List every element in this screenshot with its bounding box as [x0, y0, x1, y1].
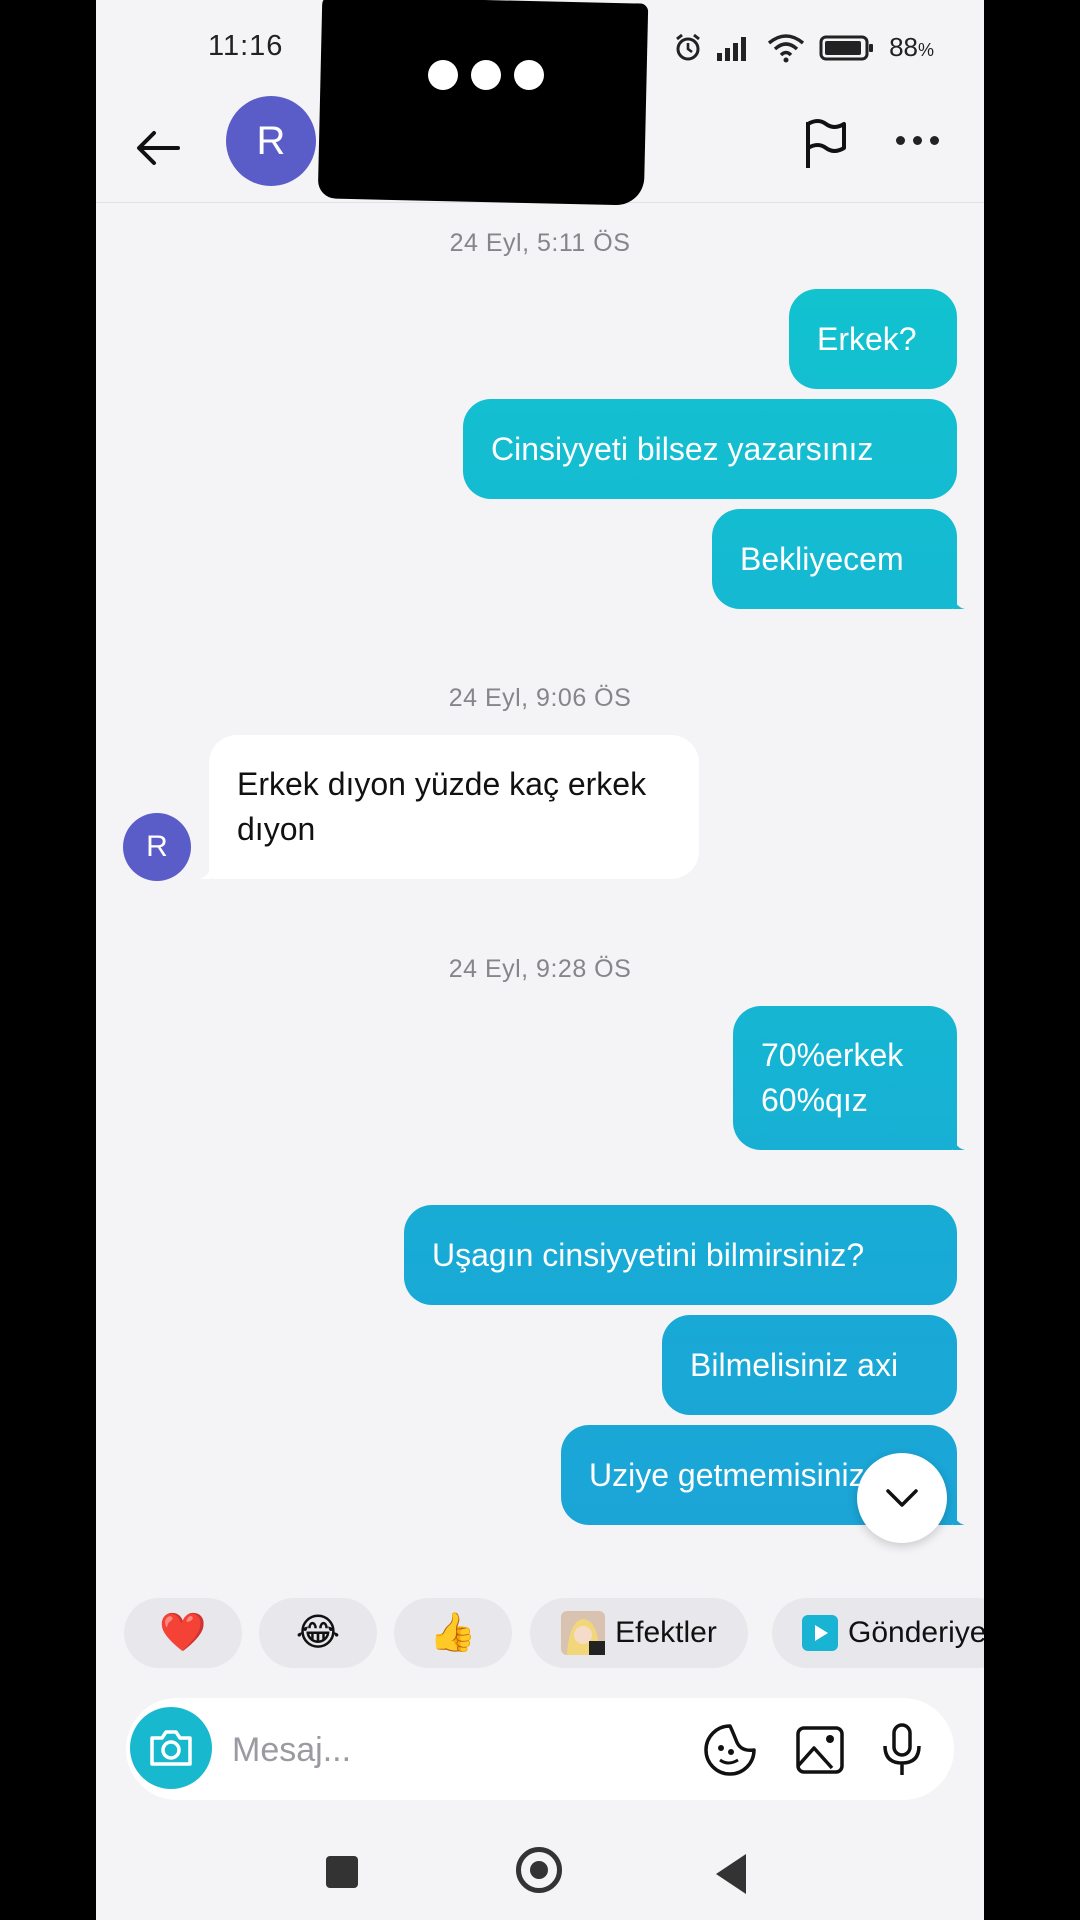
message-input[interactable] — [230, 1722, 654, 1778]
message-bubble-sent[interactable]: 70%erkek 60%qız — [733, 1006, 957, 1150]
effects-label: Efektler — [615, 1616, 717, 1649]
play-icon — [802, 1615, 838, 1651]
battery-icon — [819, 35, 874, 60]
back-button[interactable] — [716, 1854, 746, 1894]
more-icon[interactable] — [896, 136, 939, 145]
system-nav-bar — [96, 1820, 984, 1920]
flag-icon[interactable] — [800, 118, 850, 170]
scroll-to-bottom-button[interactable] — [857, 1453, 947, 1543]
sender-avatar[interactable]: R — [123, 813, 191, 881]
message-text: Bilmelisiniz axi — [690, 1346, 899, 1383]
bubble-tail — [199, 865, 211, 879]
heart-emoji: ❤️ — [159, 1612, 207, 1654]
chat-screen: 11:16 88% R 24 Eyl, 5:11 ÖS Erkek? Cinsi… — [96, 0, 984, 1920]
quick-react-heart[interactable]: ❤️ — [124, 1598, 242, 1668]
message-text: dıyon — [237, 811, 316, 847]
battery-percent: 88% — [889, 32, 934, 62]
chevron-down-icon — [886, 1489, 918, 1507]
timestamp: 24 Eyl, 9:28 ÖS — [448, 955, 632, 983]
effects-button[interactable]: Efektler — [530, 1598, 748, 1668]
send-post-button[interactable]: Gönderiye — [772, 1598, 984, 1668]
recents-button[interactable] — [326, 1856, 358, 1888]
signal-icon — [717, 36, 747, 61]
quick-react-thumbs-up[interactable]: 👍 — [394, 1598, 512, 1668]
message-text: Cinsiyyeti bilsez yazarsınız — [491, 430, 874, 467]
message-composer — [126, 1698, 954, 1800]
status-time: 11:16 — [208, 30, 284, 62]
send-post-label: Gönderiye — [848, 1616, 984, 1649]
sticker-icon[interactable] — [702, 1722, 758, 1778]
message-text: 60%qız — [761, 1082, 868, 1118]
message-text: 70%erkek — [761, 1037, 904, 1073]
quick-react-laugh[interactable]: 😂 — [259, 1598, 377, 1668]
message-bubble-sent[interactable]: Cinsiyyeti bilsez yazarsınız — [463, 399, 957, 499]
home-button[interactable] — [516, 1847, 562, 1893]
camera-button[interactable] — [130, 1707, 212, 1789]
bubble-tail — [953, 1136, 965, 1150]
thumbs-up-emoji: 👍 — [429, 1612, 477, 1654]
bubble-tail — [953, 595, 965, 609]
microphone-icon[interactable] — [874, 1722, 930, 1778]
redaction-overlay — [317, 0, 649, 206]
redaction-dots — [428, 60, 544, 90]
message-bubble-sent[interactable]: Bilmelisiniz axi — [662, 1315, 957, 1415]
timestamp: 24 Eyl, 9:06 ÖS — [448, 684, 632, 712]
message-bubble-received[interactable]: Erkek dıyon yüzde kaç erkek dıyon — [209, 735, 699, 879]
message-text: Erkek? — [817, 320, 917, 357]
status-icons: 88% — [673, 32, 934, 63]
camera-icon — [150, 1730, 192, 1766]
wifi-icon — [767, 33, 805, 62]
contact-avatar[interactable]: R — [226, 96, 316, 186]
message-text: Erkek dıyon yüzde kaç erkek — [237, 766, 647, 802]
message-bubble-sent[interactable]: Bekliyecem — [712, 509, 957, 609]
alarm-icon — [676, 33, 700, 60]
laughing-emoji: 😂 — [295, 1612, 341, 1654]
message-bubble-sent[interactable]: Erkek? — [789, 289, 957, 389]
timestamp: 24 Eyl, 5:11 ÖS — [449, 229, 631, 257]
gallery-icon[interactable] — [792, 1722, 848, 1778]
bubble-tail — [953, 1511, 965, 1525]
back-arrow-icon[interactable] — [130, 120, 186, 176]
chat-header: R 6 — [96, 0, 984, 206]
message-bubble-sent[interactable]: Uşagın cinsiyyetini bilmirsiniz? — [404, 1205, 957, 1305]
message-text: Uşagın cinsiyyetini bilmirsiniz? — [432, 1236, 865, 1273]
message-text: Bekliyecem — [740, 540, 904, 577]
effects-thumbnail — [561, 1611, 606, 1655]
